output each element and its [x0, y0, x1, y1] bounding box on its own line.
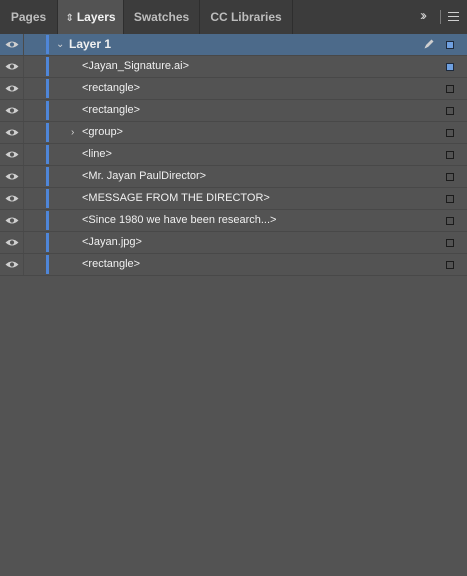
double-chevron-right-icon[interactable]: ›› [420, 0, 427, 34]
eye-icon[interactable] [5, 260, 19, 269]
layer-item-row[interactable]: <Jayan_Signature.ai> [0, 56, 467, 78]
layer-color-swatch [46, 79, 49, 98]
tab-pages[interactable]: Pages [0, 0, 58, 34]
layer-item-label: <rectangle> [82, 258, 141, 270]
selection-indicator[interactable] [446, 63, 454, 71]
eye-icon[interactable] [5, 238, 19, 247]
selection-indicator[interactable] [446, 239, 454, 247]
layer-item-row[interactable]: <rectangle> [0, 254, 467, 276]
layer-item-row[interactable]: <Jayan.jpg> [0, 232, 467, 254]
eye-icon[interactable] [5, 194, 19, 203]
layer-color-swatch [46, 35, 49, 54]
selection-indicator[interactable] [446, 195, 454, 203]
eye-icon[interactable] [5, 128, 19, 137]
layers-panel: Pages ⇕ Layers Swatches CC Libraries ›› ⌄… [0, 0, 467, 576]
lock-toggle[interactable] [24, 166, 44, 187]
layer-item-label: <Mr. Jayan PaulDirector> [82, 170, 207, 182]
selection-indicator[interactable] [446, 85, 454, 93]
selection-indicator[interactable] [446, 261, 454, 269]
eye-icon[interactable] [5, 150, 19, 159]
chevron-down-icon[interactable]: ⌄ [56, 34, 64, 55]
lock-toggle[interactable] [24, 100, 44, 121]
eye-icon[interactable] [5, 106, 19, 115]
eye-icon[interactable] [5, 84, 19, 93]
layer-name: Layer 1 [69, 37, 112, 51]
layer-item-label: <Since 1980 we have been research...> [82, 214, 277, 226]
layer-item-row[interactable]: <MESSAGE FROM THE DIRECTOR> [0, 188, 467, 210]
tab-swatches[interactable]: Swatches [124, 0, 200, 34]
selection-indicator[interactable] [446, 217, 454, 225]
lock-toggle[interactable] [24, 34, 44, 55]
layer-item-row[interactable]: <rectangle> [0, 78, 467, 100]
lock-toggle[interactable] [24, 144, 44, 165]
lock-toggle[interactable] [24, 188, 44, 209]
layer-item-row[interactable]: <line> [0, 144, 467, 166]
tab-layers[interactable]: ⇕ Layers [58, 0, 124, 35]
lock-toggle[interactable] [24, 254, 44, 275]
lock-toggle[interactable] [24, 232, 44, 253]
layer-item-label: <line> [82, 148, 112, 160]
selection-indicator[interactable] [446, 173, 454, 181]
layer-item-label: <rectangle> [82, 82, 141, 94]
selection-indicator[interactable] [446, 129, 454, 137]
panel-menu-icon[interactable] [448, 12, 459, 21]
eye-icon[interactable] [5, 40, 19, 49]
layer-item-row[interactable]: <Mr. Jayan PaulDirector> [0, 166, 467, 188]
layer-row[interactable]: ⌄ Layer 1 [0, 34, 467, 56]
chevron-right-icon[interactable]: › [71, 122, 74, 143]
layer-color-swatch [46, 167, 49, 186]
layer-color-swatch [46, 145, 49, 164]
pen-icon [424, 39, 434, 49]
lock-toggle[interactable] [24, 122, 44, 143]
layer-item-row[interactable]: › <group> [0, 122, 467, 144]
layer-color-swatch [46, 233, 49, 252]
layer-item-label: <rectangle> [82, 104, 141, 116]
lock-toggle[interactable] [24, 56, 44, 77]
layer-color-swatch [46, 189, 49, 208]
layer-color-swatch [46, 123, 49, 142]
tab-layers-label: Layers [76, 10, 116, 24]
divider [440, 10, 441, 24]
layer-color-swatch [46, 255, 49, 274]
layer-item-label: <group> [82, 126, 123, 138]
lock-toggle[interactable] [24, 210, 44, 231]
selection-indicator[interactable] [446, 41, 454, 49]
eye-icon[interactable] [5, 172, 19, 181]
eye-icon[interactable] [5, 62, 19, 71]
layer-color-swatch [46, 57, 49, 76]
selection-indicator[interactable] [446, 151, 454, 159]
layer-item-label: <Jayan.jpg> [82, 236, 142, 248]
layer-color-swatch [46, 211, 49, 230]
eye-icon[interactable] [5, 216, 19, 225]
tab-cc-libraries[interactable]: CC Libraries [200, 0, 293, 34]
panel-tab-bar: Pages ⇕ Layers Swatches CC Libraries ›› [0, 0, 467, 35]
layer-item-label: <MESSAGE FROM THE DIRECTOR> [82, 192, 270, 204]
layer-item-label: <Jayan_Signature.ai> [82, 60, 190, 72]
sort-arrows-icon: ⇕ [65, 13, 74, 24]
lock-toggle[interactable] [24, 78, 44, 99]
layer-color-swatch [46, 101, 49, 120]
layer-item-row[interactable]: <Since 1980 we have been research...> [0, 210, 467, 232]
layer-item-row[interactable]: <rectangle> [0, 100, 467, 122]
layers-list: ⌄ Layer 1 <Jayan_Signature.ai> <rectangle… [0, 34, 467, 276]
selection-indicator[interactable] [446, 107, 454, 115]
